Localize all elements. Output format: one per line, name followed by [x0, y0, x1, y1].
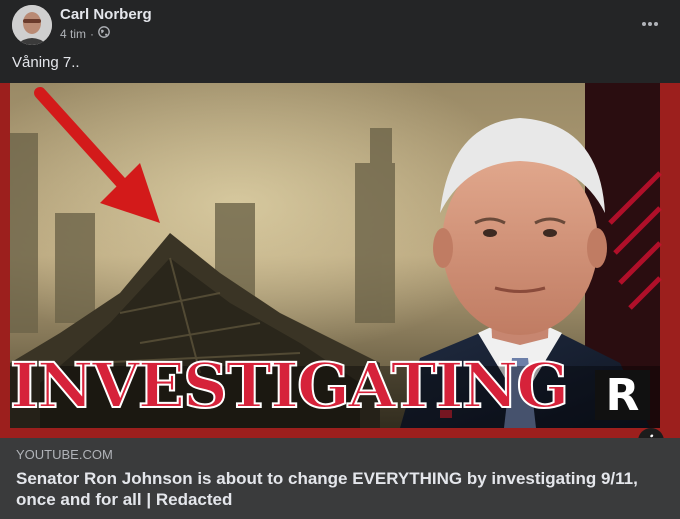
link-title[interactable]: Senator Ron Johnson is about to change E… [16, 468, 656, 510]
post-text: Våning 7.. [12, 54, 80, 71]
avatar[interactable] [12, 5, 52, 45]
channel-logo: R [595, 370, 650, 421]
more-options-icon[interactable] [640, 14, 660, 34]
post-header: Carl Norberg 4 tim · [0, 0, 680, 48]
link-domain: YOUTUBE.COM [16, 447, 113, 462]
post-meta: 4 tim · [60, 26, 110, 41]
meta-separator: · [90, 26, 95, 41]
video-thumbnail[interactable]: INVESTIGATING R [0, 83, 680, 438]
post-time[interactable]: 4 tim [60, 27, 86, 41]
thumbnail-overlay-text: INVESTIGATING [9, 349, 570, 422]
globe-icon [98, 26, 110, 41]
link-preview[interactable]: YOUTUBE.COM Senator Ron Johnson is about… [0, 438, 680, 519]
author-name[interactable]: Carl Norberg [60, 6, 152, 23]
